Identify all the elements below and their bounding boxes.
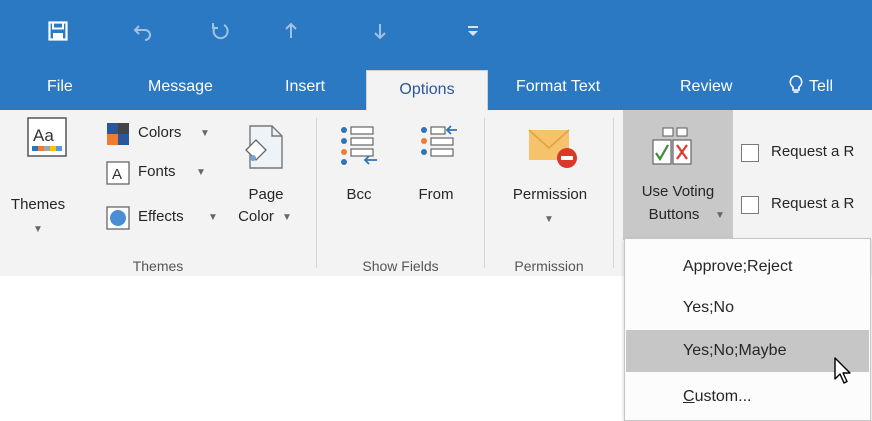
chevron-down-icon: ▼ (715, 210, 725, 221)
tab-format-text[interactable]: Format Text (516, 60, 600, 110)
from-label: From (418, 186, 454, 203)
themes-group-label: Themes (132, 258, 184, 274)
effects-icon (106, 206, 130, 230)
themes-label: Themes (10, 196, 66, 213)
page-color-label-1: Page (248, 186, 284, 203)
page-color-icon (245, 125, 283, 169)
permission-group: Permission ▼ Permission (485, 110, 613, 276)
up-arrow-icon[interactable] (280, 20, 302, 42)
svg-text:Aa: Aa (33, 126, 54, 145)
chevron-down-icon: ▼ (33, 224, 43, 235)
use-voting-label-2: Buttons (648, 206, 700, 223)
bcc-label: Bcc (346, 186, 372, 203)
use-voting-label-1: Use Voting (641, 183, 715, 200)
colors-label: Colors (138, 124, 182, 141)
permission-envelope-icon (528, 129, 577, 168)
show-fields-group-label: Show Fields (362, 258, 439, 274)
chevron-down-icon: ▼ (544, 214, 554, 225)
customize-icon[interactable] (462, 20, 484, 42)
themes-button[interactable]: Aa Themes ▼ (11, 116, 100, 236)
lightbulb-icon (789, 75, 803, 93)
bcc-button[interactable]: Bcc (331, 124, 387, 234)
fonts-label: Fonts (138, 163, 176, 180)
tab-options[interactable]: Options (366, 70, 488, 111)
down-arrow-icon[interactable] (369, 20, 391, 42)
bcc-icon (341, 126, 377, 165)
undo-icon[interactable] (132, 20, 154, 42)
page-color-button[interactable]: Page Color ▼ (236, 124, 302, 244)
tab-insert[interactable]: Insert (285, 60, 325, 110)
page-color-label-2: Color (238, 208, 274, 225)
themes-group: Aa Themes ▼ Colors ▼ A Fonts ▼ Effects ▼… (0, 110, 316, 276)
fonts-button[interactable]: A Fonts ▼ (106, 158, 236, 188)
menu-item-custom-rest: ustom... (694, 388, 752, 405)
tell-me-search[interactable]: Tell (789, 60, 833, 110)
fonts-icon: A (106, 161, 130, 185)
save-icon[interactable] (47, 20, 69, 42)
redo-icon[interactable] (209, 20, 231, 42)
tab-file[interactable]: File (47, 60, 73, 110)
request-label-2: Request a R (771, 195, 855, 212)
request-checkbox-2[interactable] (741, 196, 759, 214)
menu-item-approve-reject[interactable]: Approve;Reject (626, 246, 869, 288)
colors-button[interactable]: Colors ▼ (106, 120, 236, 150)
ribbon-tab-bar: File Message Insert Options Format Text … (0, 60, 872, 111)
voting-buttons-menu: Approve;Reject Yes;No Yes;No;Maybe Custo… (624, 238, 871, 421)
effects-label: Effects (138, 208, 184, 225)
permission-label: Permission (512, 186, 588, 203)
request-checkbox-1[interactable] (741, 144, 759, 162)
use-voting-buttons[interactable]: Use Voting Buttons ▼ (623, 110, 733, 240)
chevron-down-icon: ▼ (196, 167, 206, 178)
permission-button[interactable]: Permission ▼ (495, 124, 605, 240)
tab-message[interactable]: Message (148, 60, 213, 110)
chevron-down-icon: ▼ (282, 212, 292, 223)
tell-me-label: Tell (809, 78, 834, 95)
chevron-down-icon: ▼ (208, 212, 218, 223)
quick-access-toolbar (0, 0, 872, 60)
svg-text:A: A (112, 166, 122, 183)
request-label-1: Request a R (771, 143, 855, 160)
colors-icon (107, 123, 129, 145)
menu-item-yes-no[interactable]: Yes;No (626, 287, 869, 329)
mouse-cursor-icon (834, 357, 851, 384)
from-icon (421, 125, 457, 157)
chevron-down-icon: ▼ (200, 128, 210, 139)
from-button[interactable]: From (405, 124, 467, 234)
themes-icon: Aa (27, 117, 67, 157)
group-separator (613, 118, 614, 268)
show-fields-group: Bcc From Show Fields (317, 110, 484, 276)
voting-ballot-icon (652, 127, 692, 165)
effects-button[interactable]: Effects ▼ (106, 204, 236, 234)
permission-group-label: Permission (514, 258, 584, 274)
access-key: C (683, 388, 695, 405)
tab-review[interactable]: Review (680, 60, 732, 110)
